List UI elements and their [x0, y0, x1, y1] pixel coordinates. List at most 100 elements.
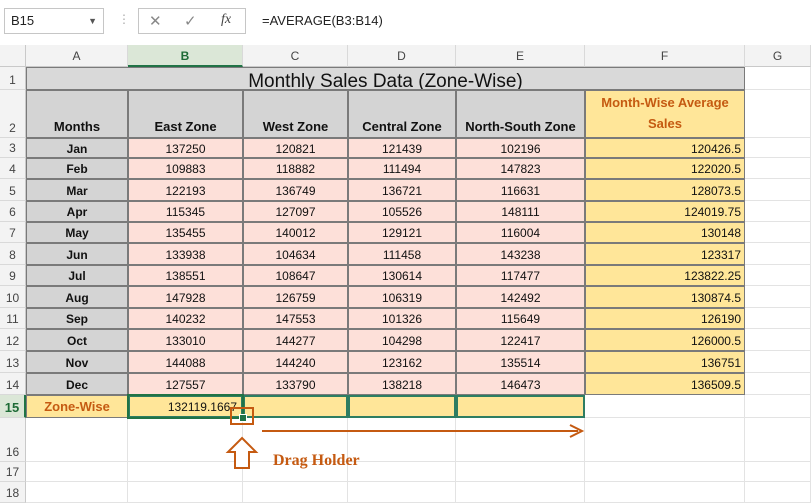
sales-cell[interactable]: 116631	[456, 179, 585, 201]
row-header-1[interactable]: 1	[0, 67, 26, 90]
sales-cell[interactable]: 136721	[348, 179, 456, 201]
sales-cell[interactable]: 135455	[128, 222, 243, 243]
grid-cell[interactable]	[243, 482, 348, 503]
sales-cell[interactable]: 133010	[128, 329, 243, 351]
zone-avg-cell[interactable]	[348, 395, 456, 418]
grid-cell[interactable]	[745, 179, 811, 201]
row-header-17[interactable]: 17	[0, 462, 26, 482]
month-avg-cell[interactable]: 123317	[585, 243, 745, 265]
sales-cell[interactable]: 136749	[243, 179, 348, 201]
grid-cell[interactable]	[745, 286, 811, 308]
sales-cell[interactable]: 138551	[128, 265, 243, 286]
sales-cell[interactable]: 147553	[243, 308, 348, 329]
cancel-icon[interactable]: ✕	[149, 12, 162, 30]
month-avg-cell[interactable]: 130148	[585, 222, 745, 243]
sales-cell[interactable]: 120821	[243, 138, 348, 158]
grid-cell[interactable]	[348, 482, 456, 503]
grid-cell[interactable]	[348, 418, 456, 462]
select-all-corner[interactable]	[0, 45, 26, 67]
sales-cell[interactable]: 102196	[456, 138, 585, 158]
month-avg-cell[interactable]: 136509.5	[585, 373, 745, 395]
row-header-4[interactable]: 4	[0, 158, 26, 179]
grid-cell[interactable]	[128, 482, 243, 503]
row-header-6[interactable]: 6	[0, 201, 26, 222]
grid-cell[interactable]	[26, 482, 128, 503]
sales-cell[interactable]: 144240	[243, 351, 348, 373]
month-avg-cell[interactable]: 123822.25	[585, 265, 745, 286]
sales-cell[interactable]: 130614	[348, 265, 456, 286]
column-header-b[interactable]: B	[128, 45, 243, 67]
row-header-8[interactable]: 8	[0, 243, 26, 265]
grid-cell[interactable]	[745, 158, 811, 179]
row-header-12[interactable]: 12	[0, 329, 26, 351]
column-header-e[interactable]: E	[456, 45, 585, 67]
row-header-15[interactable]: 15	[0, 395, 26, 418]
grid-cell[interactable]	[745, 90, 811, 138]
row-header-9[interactable]: 9	[0, 265, 26, 286]
column-header-f[interactable]: F	[585, 45, 745, 67]
month-avg-cell[interactable]: 130874.5	[585, 286, 745, 308]
grid-cell[interactable]	[585, 418, 745, 462]
grid-cell[interactable]	[745, 329, 811, 351]
sales-cell[interactable]: 144277	[243, 329, 348, 351]
sales-cell[interactable]: 111458	[348, 243, 456, 265]
zone-avg-cell[interactable]: 132119.1667	[128, 395, 243, 418]
sales-cell[interactable]: 140012	[243, 222, 348, 243]
row-header-16[interactable]: 16	[0, 418, 26, 462]
grid-cell[interactable]	[128, 462, 243, 482]
sales-cell[interactable]: 138218	[348, 373, 456, 395]
sales-cell[interactable]: 116004	[456, 222, 585, 243]
sales-cell[interactable]: 146473	[456, 373, 585, 395]
month-avg-cell[interactable]: 136751	[585, 351, 745, 373]
grid-cell[interactable]	[456, 418, 585, 462]
grid-cell[interactable]	[745, 308, 811, 329]
insert-function-button[interactable]: fx	[221, 12, 231, 28]
grid-cell[interactable]	[348, 462, 456, 482]
sales-cell[interactable]: 122193	[128, 179, 243, 201]
sales-cell[interactable]: 129121	[348, 222, 456, 243]
sales-cell[interactable]: 122417	[456, 329, 585, 351]
sales-cell[interactable]: 140232	[128, 308, 243, 329]
month-avg-cell[interactable]: 122020.5	[585, 158, 745, 179]
grid-cell[interactable]	[745, 138, 811, 158]
column-header-c[interactable]: C	[243, 45, 348, 67]
sales-cell[interactable]: 127557	[128, 373, 243, 395]
grid-cell[interactable]	[745, 222, 811, 243]
row-header-5[interactable]: 5	[0, 179, 26, 201]
month-avg-cell[interactable]: 128073.5	[585, 179, 745, 201]
sales-cell[interactable]: 104634	[243, 243, 348, 265]
sales-cell[interactable]: 111494	[348, 158, 456, 179]
grid-cell[interactable]	[745, 265, 811, 286]
row-header-13[interactable]: 13	[0, 351, 26, 373]
formula-input[interactable]: =AVERAGE(B3:B14)	[254, 8, 811, 34]
sales-cell[interactable]: 101326	[348, 308, 456, 329]
grid-cell[interactable]	[745, 243, 811, 265]
sales-cell[interactable]: 104298	[348, 329, 456, 351]
sales-cell[interactable]: 126759	[243, 286, 348, 308]
sales-cell[interactable]: 148111	[456, 201, 585, 222]
month-avg-cell[interactable]: 126190	[585, 308, 745, 329]
sales-cell[interactable]: 105526	[348, 201, 456, 222]
grid-cell[interactable]	[585, 462, 745, 482]
sales-cell[interactable]: 106319	[348, 286, 456, 308]
row-header-10[interactable]: 10	[0, 286, 26, 308]
sales-cell[interactable]: 135514	[456, 351, 585, 373]
sales-cell[interactable]: 109883	[128, 158, 243, 179]
sales-cell[interactable]: 142492	[456, 286, 585, 308]
sales-cell[interactable]: 115649	[456, 308, 585, 329]
grid-cell[interactable]	[745, 201, 811, 222]
grid-cell[interactable]	[128, 418, 243, 462]
grid-cell[interactable]	[456, 462, 585, 482]
enter-icon[interactable]: ✓	[184, 12, 197, 30]
row-header-3[interactable]: 3	[0, 138, 26, 158]
grid-cell[interactable]	[745, 67, 811, 90]
month-avg-cell[interactable]: 120426.5	[585, 138, 745, 158]
grid-cell[interactable]	[745, 373, 811, 395]
sales-cell[interactable]: 127097	[243, 201, 348, 222]
row-header-7[interactable]: 7	[0, 222, 26, 243]
grid-cell[interactable]	[745, 395, 811, 418]
column-header-a[interactable]: A	[26, 45, 128, 67]
sales-cell[interactable]: 143238	[456, 243, 585, 265]
grid-cell[interactable]	[745, 351, 811, 373]
name-box[interactable]: B15 ▼	[4, 8, 104, 34]
